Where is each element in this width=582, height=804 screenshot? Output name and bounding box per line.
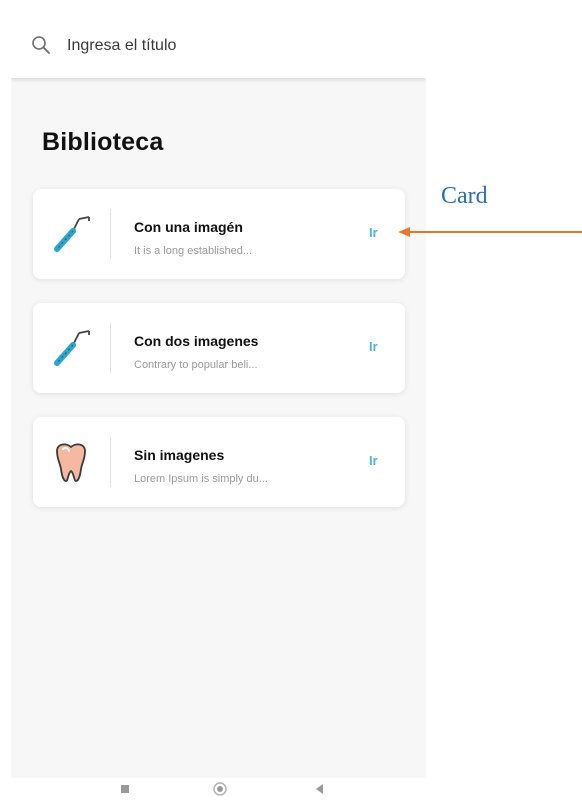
card-title: Sin imagenes <box>134 447 225 463</box>
screenshot: Biblioteca Con una imagén It is a long e… <box>0 0 582 804</box>
circle-icon[interactable] <box>208 778 232 802</box>
card-subtitle: Contrary to popular beli... <box>134 359 258 371</box>
card-divider <box>110 437 111 487</box>
page-title: Biblioteca <box>42 128 164 156</box>
back-triangle-icon[interactable] <box>308 778 332 802</box>
square-icon[interactable] <box>113 778 137 802</box>
card-title: Con dos imagenes <box>134 333 259 349</box>
card-con-una-imagen[interactable]: Con una imagén It is a long established.… <box>33 189 405 279</box>
card-go-button[interactable]: Ir <box>369 339 378 354</box>
system-nav-bar <box>11 778 426 804</box>
dental-tool-icon <box>54 216 90 252</box>
annotation-arrow-icon <box>398 227 582 237</box>
card-go-button[interactable]: Ir <box>369 453 378 468</box>
phone-screen: Biblioteca Con una imagén It is a long e… <box>11 0 426 778</box>
search-input[interactable] <box>67 35 367 57</box>
tooth-icon <box>56 443 86 482</box>
card-subtitle: Lorem Ipsum is simply du... <box>134 473 268 485</box>
card-subtitle: It is a long established... <box>134 245 253 257</box>
card-divider <box>110 323 111 373</box>
card-go-button[interactable]: Ir <box>369 225 378 240</box>
card-con-dos-imagenes[interactable]: Con dos imagenes Contrary to popular bel… <box>33 303 405 393</box>
search-bar <box>11 0 426 79</box>
search-icon[interactable] <box>31 35 51 55</box>
annotation-label: Card <box>441 183 488 209</box>
card-title: Con una imagén <box>134 219 243 235</box>
card-divider <box>110 209 111 259</box>
card-sin-imagenes[interactable]: Sin imagenes Lorem Ipsum is simply du...… <box>33 417 405 507</box>
dental-tool-icon <box>54 330 90 366</box>
